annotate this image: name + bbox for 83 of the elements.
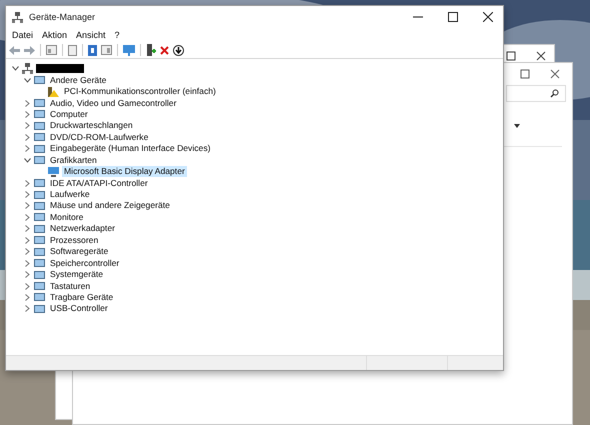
chevron-right-icon[interactable] — [24, 236, 31, 244]
device-icon — [34, 200, 45, 211]
chevron-right-icon[interactable] — [24, 202, 31, 210]
chevron-right-icon[interactable] — [24, 260, 31, 267]
computer-icon — [12, 12, 23, 22]
help-icon[interactable] — [88, 44, 97, 56]
panel-icon[interactable] — [46, 45, 57, 55]
device-icon — [34, 120, 45, 131]
chevron-right-icon[interactable] — [24, 294, 31, 301]
close-icon[interactable] — [483, 12, 493, 22]
device-icon — [34, 281, 45, 292]
search-field[interactable] — [506, 85, 566, 102]
properties-icon[interactable] — [68, 44, 77, 56]
delete-icon[interactable] — [160, 46, 169, 54]
tree-item[interactable]: Systemgeräte — [48, 269, 106, 280]
tree-item[interactable]: Computer — [48, 108, 90, 120]
device-icon — [34, 132, 45, 142]
forward-arrow-icon[interactable] — [24, 46, 35, 54]
chevron-right-icon[interactable] — [24, 134, 31, 141]
device-icon — [34, 98, 45, 108]
device-icon — [34, 190, 45, 200]
maximize-icon[interactable] — [448, 12, 458, 22]
chevron-right-icon[interactable] — [24, 214, 31, 221]
device-icon — [34, 292, 45, 302]
device-icon — [34, 75, 45, 86]
tree-item[interactable]: Tastaturen — [48, 280, 92, 292]
download-icon[interactable] — [173, 44, 184, 56]
chevron-right-icon[interactable] — [24, 282, 31, 290]
menu-item[interactable]: Ansicht — [76, 30, 106, 40]
search-icon — [550, 89, 559, 98]
tree-item[interactable]: Softwaregeräte — [48, 246, 110, 258]
panel-icon[interactable] — [101, 45, 112, 55]
tree-item[interactable]: Andere Geräte — [48, 74, 108, 86]
device-icon — [34, 224, 45, 234]
device-add-icon[interactable] — [146, 44, 156, 56]
device-icon — [34, 178, 45, 188]
device-icon — [34, 212, 45, 222]
tree-item[interactable]: Mäuse und andere Zeigegeräte — [48, 200, 172, 212]
device-icon — [34, 270, 45, 280]
device-icon — [34, 304, 45, 314]
tree-item[interactable]: Tragbare Geräte — [48, 292, 116, 303]
device-icon — [34, 109, 45, 120]
window-title: Geräte-Manager — [29, 12, 96, 22]
chevron-right-icon[interactable] — [24, 305, 31, 312]
chevron-right-icon[interactable] — [24, 248, 31, 256]
chevron-right-icon[interactable] — [24, 225, 31, 232]
device-icon — [34, 235, 45, 246]
tree-item[interactable]: Monitore — [48, 212, 86, 223]
back-arrow-icon[interactable] — [9, 46, 20, 54]
device-icon — [34, 258, 45, 268]
chevron-down-icon[interactable] — [24, 78, 31, 83]
tree-item[interactable]: Prozessoren — [48, 234, 100, 246]
chevron-right-icon[interactable] — [24, 100, 31, 107]
tree-item[interactable]: Laufwerke — [48, 189, 92, 200]
chevron-down-icon[interactable] — [24, 158, 31, 163]
close-icon[interactable] — [536, 51, 546, 61]
caret-icon[interactable] — [514, 124, 520, 128]
chevron-down-icon[interactable] — [12, 66, 19, 72]
device-icon — [34, 246, 45, 257]
tree-item[interactable]: Grafikkarten — [48, 154, 99, 166]
chevron-right-icon[interactable] — [24, 180, 31, 187]
tree-item[interactable]: Audio, Video und Gamecontroller — [48, 98, 178, 109]
menu-item[interactable]: ? — [114, 30, 120, 40]
tree-item[interactable]: USB-Controller — [48, 303, 110, 314]
chevron-right-icon[interactable] — [24, 145, 31, 152]
computer-icon — [22, 63, 33, 74]
tree-item[interactable]: Microsoft Basic Display Adapter — [62, 166, 187, 178]
chevron-right-icon[interactable] — [24, 271, 31, 278]
device-icon — [34, 155, 45, 166]
monitor-icon[interactable] — [123, 44, 135, 56]
menu-item[interactable]: Datei — [12, 30, 34, 40]
tree-item[interactable]: PCI-Kommunikationscontroller (einfach) — [62, 86, 218, 98]
tree-item[interactable]: IDE ATA/ATAPI-Controller — [48, 178, 150, 189]
tree-item[interactable]: Speichercontroller — [48, 258, 122, 269]
tree-item[interactable]: Druckwarteschlangen — [48, 120, 135, 132]
tree-item[interactable]: Netzwerkadapter — [48, 223, 117, 234]
tree-item[interactable]: DVD/CD-ROM-Laufwerke — [48, 132, 150, 143]
chevron-right-icon[interactable] — [24, 191, 31, 198]
device-icon — [34, 144, 45, 154]
tree-item[interactable]: Eingabegeräte (Human Interface Devices) — [48, 143, 212, 154]
menu-item[interactable]: Aktion — [42, 30, 68, 40]
chevron-right-icon[interactable] — [24, 122, 31, 130]
chevron-right-icon[interactable] — [24, 110, 31, 118]
